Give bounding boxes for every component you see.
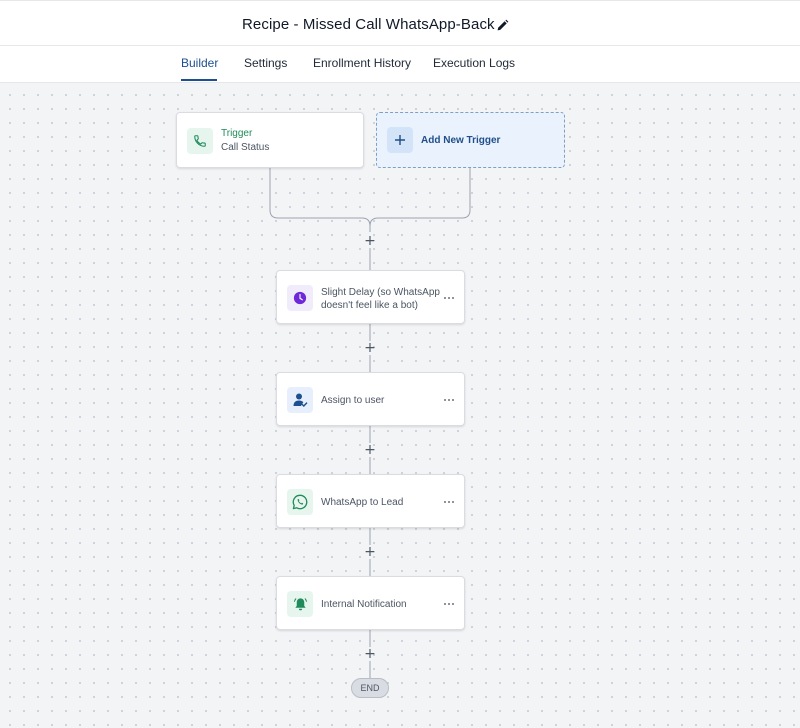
add-trigger-icon-box bbox=[387, 127, 413, 153]
delay-icon-box bbox=[287, 285, 313, 311]
add-step-button[interactable]: + bbox=[363, 443, 377, 457]
clock-icon bbox=[293, 291, 307, 305]
user-assign-icon bbox=[293, 393, 308, 407]
trigger-card[interactable]: Trigger Call Status bbox=[176, 112, 364, 168]
plus-icon bbox=[395, 135, 405, 145]
add-step-button[interactable]: + bbox=[363, 234, 377, 248]
whatsapp-icon bbox=[292, 494, 308, 510]
trigger-title: Trigger bbox=[221, 128, 253, 139]
add-step-button[interactable]: + bbox=[363, 647, 377, 661]
add-new-trigger-button[interactable]: Add New Trigger bbox=[376, 112, 565, 168]
tab-bar: Builder Settings Enrollment History Exec… bbox=[0, 46, 800, 83]
pencil-icon[interactable] bbox=[496, 19, 509, 32]
top-bar: Recipe - Missed Call WhatsApp-Back bbox=[0, 0, 800, 46]
assign-icon-box bbox=[287, 387, 313, 413]
step-card-assign-to-user[interactable]: Assign to user bbox=[276, 372, 465, 426]
add-trigger-label: Add New Trigger bbox=[421, 135, 501, 146]
step-card-whatsapp-to-lead[interactable]: WhatsApp to Lead bbox=[276, 474, 465, 528]
step-card-slight-delay[interactable]: Slight Delay (so WhatsApp doesn't feel l… bbox=[276, 270, 465, 324]
tab-settings[interactable]: Settings bbox=[244, 56, 287, 70]
notification-icon-box bbox=[287, 591, 313, 617]
more-options-icon[interactable] bbox=[443, 602, 455, 606]
step-card-internal-notification[interactable]: Internal Notification bbox=[276, 576, 465, 630]
whatsapp-icon-box bbox=[287, 489, 313, 515]
tab-builder[interactable]: Builder bbox=[181, 56, 218, 70]
end-node: END bbox=[351, 678, 389, 698]
more-options-icon[interactable] bbox=[443, 398, 455, 402]
step-label: WhatsApp to Lead bbox=[321, 497, 404, 508]
add-step-button[interactable]: + bbox=[363, 545, 377, 559]
step-label: Internal Notification bbox=[321, 599, 407, 610]
trigger-subtitle: Call Status bbox=[221, 142, 270, 153]
trigger-icon-box bbox=[187, 128, 213, 154]
step-label-line1: Slight Delay (so WhatsApp bbox=[321, 287, 440, 298]
bell-icon bbox=[293, 597, 307, 610]
more-options-icon[interactable] bbox=[443, 500, 455, 504]
add-step-button[interactable]: + bbox=[363, 341, 377, 355]
active-tab-indicator bbox=[181, 79, 217, 81]
more-options-icon[interactable] bbox=[443, 296, 455, 300]
tab-execution-logs[interactable]: Execution Logs bbox=[433, 56, 515, 70]
page-title: Recipe - Missed Call WhatsApp-Back bbox=[242, 16, 495, 33]
step-label: Assign to user bbox=[321, 395, 385, 406]
tab-enrollment-history[interactable]: Enrollment History bbox=[313, 56, 411, 70]
step-label-line2: doesn't feel like a bot) bbox=[321, 300, 418, 311]
phone-icon bbox=[194, 135, 206, 147]
